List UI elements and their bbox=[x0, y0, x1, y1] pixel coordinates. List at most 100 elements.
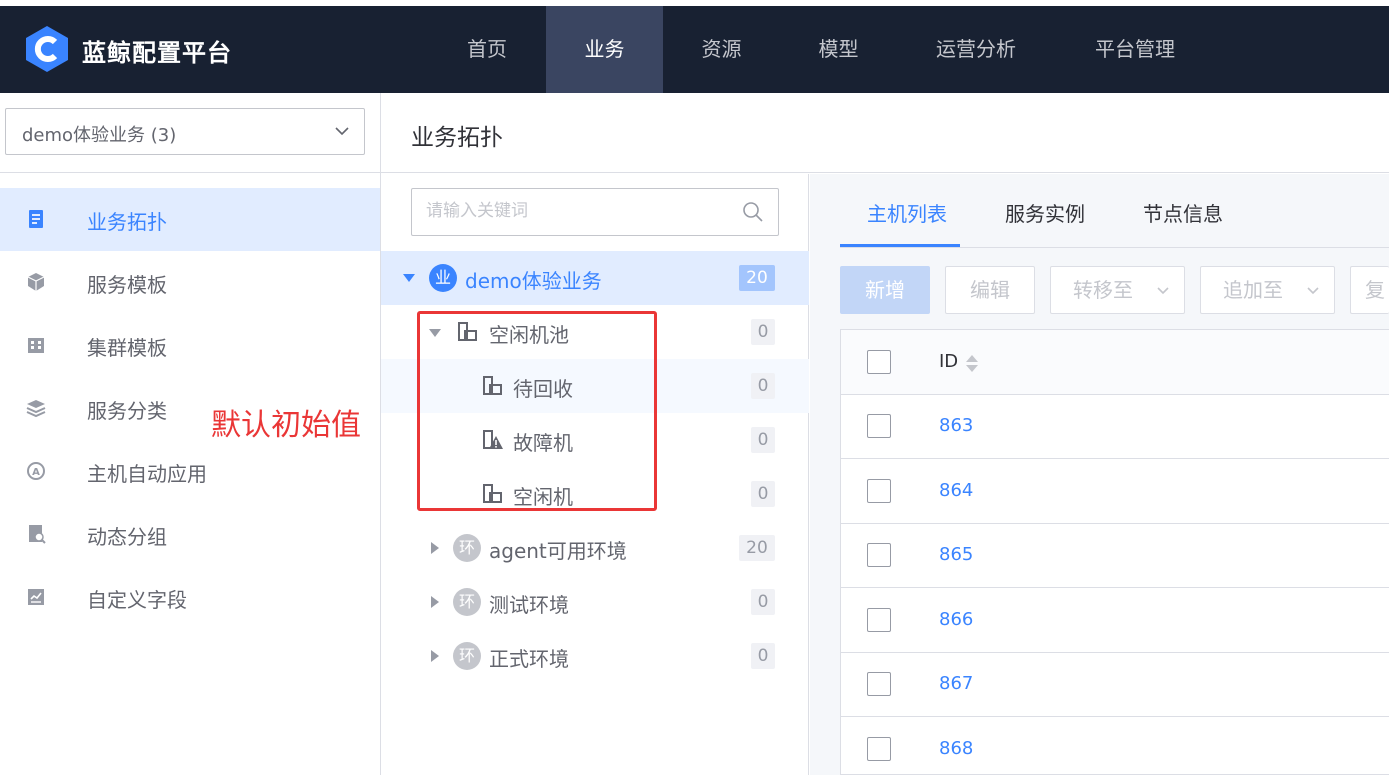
tree-search-input[interactable] bbox=[426, 201, 726, 221]
copy-button[interactable]: 复 bbox=[1350, 266, 1389, 314]
table-row[interactable]: 866 bbox=[841, 589, 1389, 653]
env-badge: 环 bbox=[453, 534, 481, 562]
append-button[interactable]: 追加至 bbox=[1200, 266, 1335, 314]
chevron-down-icon bbox=[335, 127, 349, 136]
layers-icon bbox=[26, 400, 46, 418]
tab-service-instance[interactable]: 服务实例 bbox=[1005, 198, 1085, 227]
tree-node-env-test[interactable]: 环 测试环境 0 bbox=[381, 575, 809, 629]
sidebar-item-label: 服务分类 bbox=[87, 399, 167, 423]
host-count: 0 bbox=[751, 589, 775, 615]
append-button-label: 追加至 bbox=[1223, 278, 1283, 302]
highlight-box bbox=[417, 311, 657, 511]
transfer-button[interactable]: 转移至 bbox=[1050, 266, 1185, 314]
sidebar-item-label: 业务拓扑 bbox=[87, 210, 167, 234]
sidebar-item-topology[interactable]: 业务拓扑 bbox=[0, 188, 380, 251]
tab-node-info[interactable]: 节点信息 bbox=[1143, 198, 1223, 227]
host-content: 主机列表 服务实例 节点信息 新增 编辑 转移至 追加至 复 ID 863 86… bbox=[810, 174, 1389, 775]
svg-text:A: A bbox=[32, 467, 40, 478]
host-count: 0 bbox=[751, 643, 775, 669]
host-id-link[interactable]: 867 bbox=[939, 673, 973, 694]
sidebar-item-label: 集群模板 bbox=[87, 336, 167, 360]
sidebar-item-host-auto-apply[interactable]: A 主机自动应用 bbox=[0, 440, 380, 503]
env-badge: 环 bbox=[453, 642, 481, 670]
id-column-header[interactable]: ID bbox=[939, 351, 958, 372]
annotation-text: 默认初始值 bbox=[211, 408, 361, 443]
building-icon bbox=[28, 338, 44, 353]
tree-node-business[interactable]: 业 demo体验业务 20 bbox=[381, 251, 809, 305]
caret-right-icon[interactable] bbox=[429, 650, 441, 662]
business-badge: 业 bbox=[429, 264, 457, 292]
table-row[interactable]: 868 bbox=[841, 718, 1389, 782]
content-tabs: 主机列表 服务实例 节点信息 bbox=[840, 174, 1389, 248]
sidebar-item-label: 自定义字段 bbox=[87, 588, 187, 612]
dynamic-group-icon bbox=[29, 525, 46, 544]
tree-node-label: demo体验业务 bbox=[465, 269, 602, 293]
tree-node-label: 测试环境 bbox=[489, 593, 569, 617]
sidebar-item-label: 动态分组 bbox=[87, 525, 167, 549]
row-checkbox[interactable] bbox=[867, 414, 891, 438]
host-id-link[interactable]: 864 bbox=[939, 480, 973, 501]
tab-host-list[interactable]: 主机列表 bbox=[867, 198, 947, 227]
host-id-link[interactable]: 865 bbox=[939, 544, 973, 565]
auto-apply-icon: A bbox=[27, 462, 45, 480]
nav-resource[interactable]: 资源 bbox=[663, 6, 780, 93]
chevron-down-icon bbox=[1157, 287, 1169, 295]
host-count: 20 bbox=[739, 535, 775, 561]
nav-analysis[interactable]: 运营分析 bbox=[897, 6, 1055, 93]
caret-right-icon[interactable] bbox=[429, 542, 441, 554]
nav-home[interactable]: 首页 bbox=[428, 6, 546, 93]
topology-icon bbox=[29, 210, 43, 228]
tree-node-label: 正式环境 bbox=[489, 647, 569, 671]
table-row[interactable]: 863 bbox=[841, 395, 1389, 459]
host-table: ID 863 864 865 866 867 868 bbox=[840, 329, 1389, 775]
sidebar-item-label: 主机自动应用 bbox=[87, 462, 207, 486]
sidebar-item-custom-field[interactable]: 自定义字段 bbox=[0, 566, 380, 629]
host-id-link[interactable]: 863 bbox=[939, 415, 973, 436]
host-count: 0 bbox=[751, 319, 775, 345]
table-row[interactable]: 867 bbox=[841, 653, 1389, 717]
app-title: 蓝鲸配置平台 bbox=[82, 39, 232, 67]
tree-node-env-prod[interactable]: 环 正式环境 0 bbox=[381, 629, 809, 683]
row-checkbox[interactable] bbox=[867, 672, 891, 696]
host-count: 0 bbox=[751, 373, 775, 399]
row-checkbox[interactable] bbox=[867, 737, 891, 761]
row-checkbox[interactable] bbox=[867, 479, 891, 503]
env-badge: 环 bbox=[453, 588, 481, 616]
select-all-checkbox[interactable] bbox=[867, 350, 891, 374]
business-select-value: demo体验业务 (3) bbox=[22, 125, 177, 146]
edit-button[interactable]: 编辑 bbox=[945, 266, 1035, 314]
business-select[interactable]: demo体验业务 (3) bbox=[5, 108, 365, 155]
add-button[interactable]: 新增 bbox=[840, 266, 930, 314]
page-title: 业务拓扑 bbox=[411, 125, 503, 151]
caret-down-icon[interactable] bbox=[403, 272, 415, 284]
transfer-button-label: 转移至 bbox=[1073, 278, 1133, 302]
tree-node-label: agent可用环境 bbox=[489, 539, 627, 563]
tree-node-env-agent[interactable]: 环 agent可用环境 20 bbox=[381, 521, 809, 575]
nav-platform[interactable]: 平台管理 bbox=[1055, 6, 1215, 93]
nav-business[interactable]: 业务 bbox=[546, 6, 663, 93]
custom-field-icon bbox=[28, 589, 44, 605]
host-id-link[interactable]: 866 bbox=[939, 609, 973, 630]
host-count: 0 bbox=[751, 481, 775, 507]
sidebar-item-cluster-template[interactable]: 集群模板 bbox=[0, 314, 380, 377]
table-row[interactable]: 865 bbox=[841, 524, 1389, 588]
row-checkbox[interactable] bbox=[867, 608, 891, 632]
table-header: ID bbox=[841, 330, 1389, 395]
caret-right-icon[interactable] bbox=[429, 596, 441, 608]
host-count: 20 bbox=[739, 265, 775, 291]
chevron-down-icon bbox=[1307, 287, 1319, 295]
page-header: 业务拓扑 bbox=[381, 93, 1389, 173]
sidebar-item-dynamic-group[interactable]: 动态分组 bbox=[0, 503, 380, 566]
row-checkbox[interactable] bbox=[867, 543, 891, 567]
sort-icon[interactable] bbox=[965, 352, 979, 374]
search-icon[interactable] bbox=[742, 201, 764, 223]
cube-icon bbox=[27, 273, 45, 291]
table-row[interactable]: 864 bbox=[841, 460, 1389, 524]
nav-model[interactable]: 模型 bbox=[780, 6, 897, 93]
host-id-link[interactable]: 868 bbox=[939, 738, 973, 759]
divider bbox=[0, 172, 380, 173]
sidebar-item-service-template[interactable]: 服务模板 bbox=[0, 251, 380, 314]
host-count: 0 bbox=[751, 427, 775, 453]
tree-search[interactable] bbox=[411, 188, 779, 236]
app-header: 蓝鲸配置平台 首页 业务 资源 模型 运营分析 平台管理 bbox=[0, 6, 1389, 93]
